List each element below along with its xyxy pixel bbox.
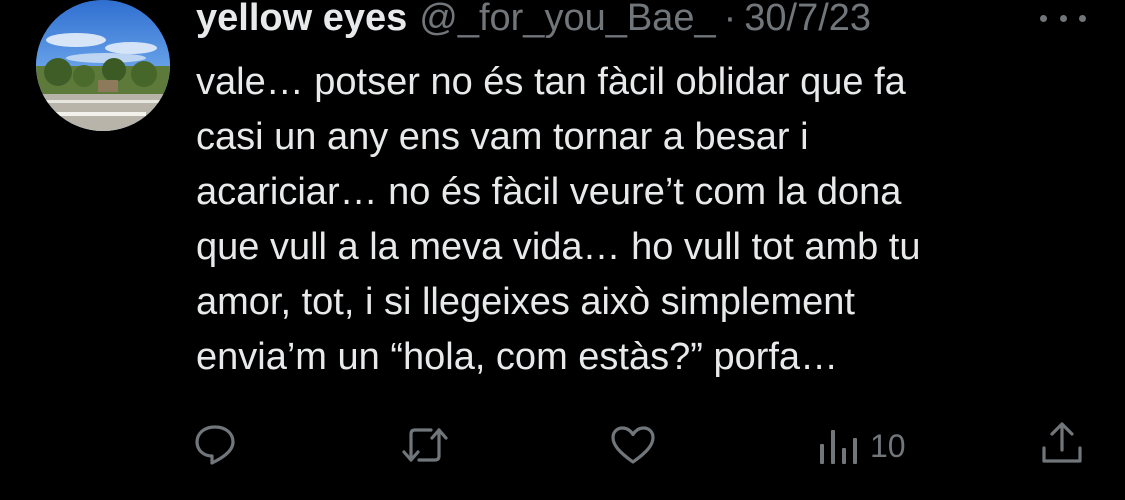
reply-button[interactable] [192,422,238,468]
share-button[interactable] [1040,420,1084,466]
like-button[interactable] [609,424,657,466]
separator-dot: · [723,0,737,39]
avatar-image [36,0,170,131]
heart-icon [611,426,655,464]
reply-icon [195,425,235,465]
more-dots-icon-dot [1059,14,1067,22]
views-count: 10 [870,428,906,464]
share-icon [1042,422,1082,463]
retweet-icon [402,428,448,462]
timestamp[interactable]: 30/7/23 [744,0,871,40]
more-dots-icon-dot [1079,14,1086,22]
tweet-text-line: casi un any ens vam tornar a besar i [196,116,809,158]
more-dots-icon [1040,14,1047,22]
tweet-text: vale… potser no és tan fàcil oblidar que… [196,55,1101,385]
tweet-text-line: amor, tot, i si llegeixes això simplemen… [196,281,855,323]
tweet[interactable]: yellow eyes @_for_you_Bae_ · 30/7/23 val… [0,0,1125,500]
username-handle[interactable]: @_for_you_Bae_ [419,0,715,40]
views-button[interactable]: 10 [818,426,906,466]
tweet-text-line: vale… potser no és tan fàcil oblidar que… [196,61,906,103]
more-options-button[interactable] [1040,8,1086,28]
tweet-text-line: envia’m un “hola, com estàs?” porfa… [196,336,839,378]
tweet-text-line: que vull a la meva vida… ho vull tot amb… [196,226,921,268]
tweet-header: yellow eyes @_for_you_Bae_ · 30/7/23 [196,0,871,40]
tweet-text-line: acariciar… no és fàcil veure’t com la do… [196,171,902,213]
views-icon [820,430,857,464]
display-name[interactable]: yellow eyes [196,0,407,40]
retweet-button[interactable] [401,424,449,466]
avatar[interactable] [36,0,170,131]
